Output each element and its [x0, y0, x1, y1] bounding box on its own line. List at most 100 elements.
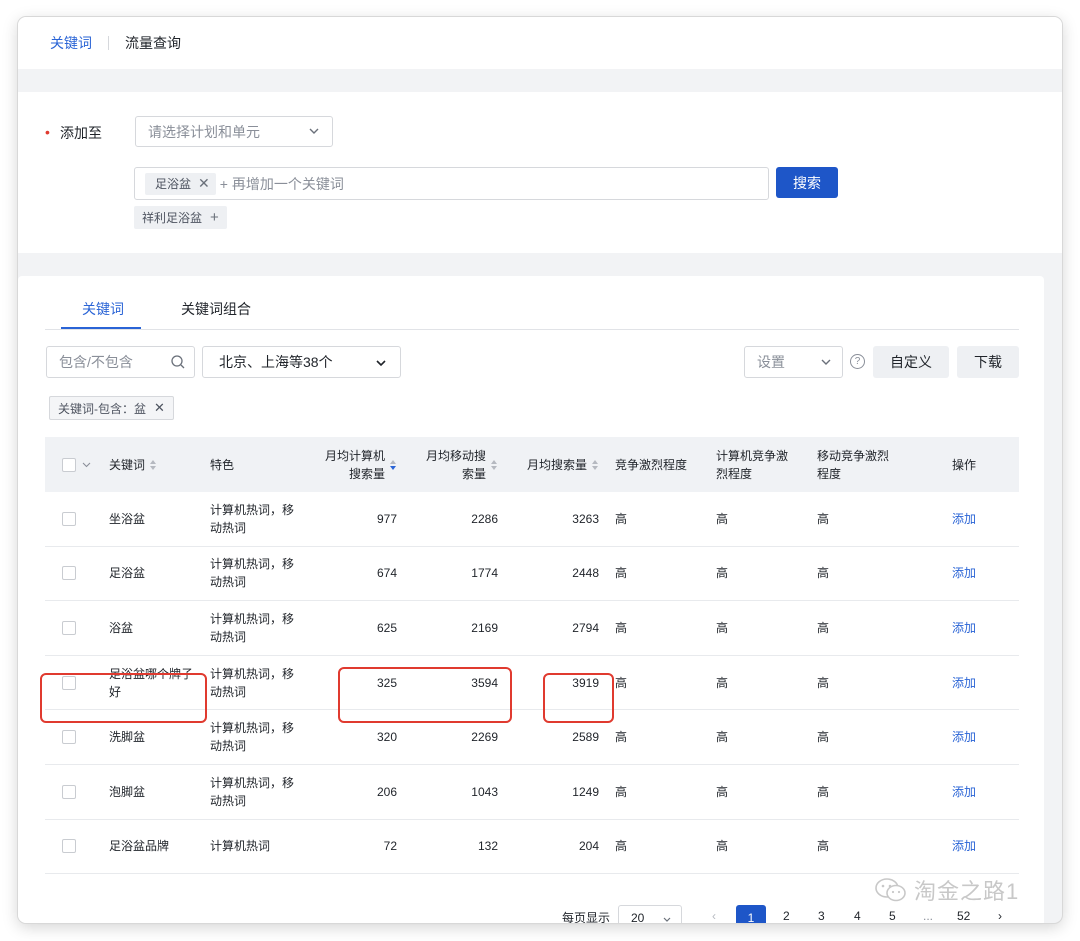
pc-competition-cell: 高 [716, 784, 729, 799]
highlight-pc-mobile [338, 667, 512, 723]
add-keyword-link[interactable]: 添加 [952, 492, 976, 546]
table-row: 足浴盆 计算机热词，移 动热词 674 1774 2448 高 高 高 添加 [45, 547, 1019, 602]
feature-cell: 计算机热词，移 动热词 [210, 502, 295, 535]
page-2-button[interactable]: 2 [783, 909, 790, 923]
pc-competition-cell: 高 [716, 730, 729, 745]
suggested-keyword-tag[interactable]: 祥利足浴盆 + [134, 206, 227, 229]
mobile-competition-cell: 高 [817, 620, 830, 635]
page-52-button[interactable]: 52 [957, 909, 970, 923]
mobile-competition-cell: 高 [817, 839, 830, 854]
header-mobile-search[interactable]: 月均移动搜 索量 [410, 437, 498, 492]
close-icon[interactable]: ✕ [198, 175, 210, 192]
monthly-search-cell: 204 [578, 839, 599, 854]
competition-cell: 高 [615, 675, 628, 690]
highlight-keyword [40, 673, 207, 723]
add-keyword-link[interactable]: 添加 [952, 820, 976, 874]
chevron-down-icon [821, 359, 831, 365]
add-keyword-link[interactable]: 添加 [952, 547, 976, 601]
add-keyword-link[interactable]: 添加 [952, 710, 976, 764]
competition-cell: 高 [615, 620, 628, 635]
search-icon[interactable] [170, 354, 186, 370]
pc-competition-cell: 高 [716, 839, 729, 854]
plus-icon[interactable]: + [210, 209, 219, 226]
suggested-keyword-label: 祥利足浴盆 [142, 211, 203, 225]
sort-icon[interactable] [149, 459, 157, 471]
row-checkbox[interactable] [62, 620, 76, 635]
header-competition: 竞争激烈程度 [615, 457, 688, 472]
tab-keywords[interactable]: 关键词 [82, 299, 124, 319]
monthly-search-cell: 3263 [572, 511, 599, 526]
filter-chip-label: 关键词-包含：盆 [58, 401, 146, 416]
add-keyword-link[interactable]: 添加 [952, 656, 976, 710]
keyword-tag-label: 足浴盆 [155, 177, 192, 191]
tab-keyword-combos[interactable]: 关键词组合 [181, 299, 251, 319]
monthly-search-cell: 2794 [572, 620, 599, 635]
row-checkbox[interactable] [62, 730, 76, 745]
nav-keywords[interactable]: 关键词 [50, 33, 92, 53]
mobile-search-cell: 2169 [471, 620, 498, 635]
keyword-cell: 浴盆 [109, 620, 134, 635]
table-row: 足浴盆品牌 计算机热词 72 132 204 高 高 高 添加 [45, 820, 1019, 875]
header-pc-search[interactable]: 月均计算机 搜索量 [310, 437, 397, 492]
keyword-input[interactable]: 足浴盆 ✕ + 再增加一个关键词 [134, 167, 769, 200]
page-3-button[interactable]: 3 [818, 909, 825, 923]
customize-button[interactable]: 自定义 [873, 346, 949, 378]
keyword-cell: 坐浴盆 [109, 511, 146, 526]
sort-icon[interactable] [591, 459, 599, 471]
pc-search-cell: 206 [376, 784, 397, 799]
table-row: 坐浴盆 计算机热词，移 动热词 977 2286 3263 高 高 高 添加 [45, 492, 1019, 547]
pc-search-cell: 674 [376, 566, 397, 581]
nav-divider [108, 36, 109, 50]
table-header: 关键词 特色 月均计算机 搜索量 月均移动搜 索量 月均搜索量 竞争激烈程度 计… [45, 437, 1019, 492]
nav-traffic-query[interactable]: 流量查询 [125, 33, 181, 53]
per-page-select[interactable]: 20 [618, 905, 682, 923]
chevron-down-icon[interactable] [82, 461, 91, 469]
feature-cell: 计算机热词，移 动热词 [210, 557, 295, 590]
settings-select[interactable]: 设置 [744, 346, 843, 378]
settings-placeholder: 设置 [757, 354, 785, 370]
prev-page-button[interactable]: ‹ [712, 909, 716, 923]
chevron-down-icon [663, 917, 671, 922]
select-all-checkbox[interactable] [62, 457, 76, 472]
help-icon[interactable]: ? [850, 354, 865, 369]
sort-icon[interactable] [490, 459, 498, 471]
per-page-label: 每页显示 [562, 911, 611, 923]
row-checkbox[interactable] [62, 511, 76, 526]
feature-cell: 计算机热词，移 动热词 [210, 721, 295, 754]
competition-cell: 高 [615, 784, 628, 799]
search-button[interactable]: 搜索 [776, 167, 838, 198]
plan-unit-placeholder: 请选择计划和单元 [148, 123, 260, 140]
page-4-button[interactable]: 4 [854, 909, 861, 923]
keyword-cell: 足浴盆 [109, 566, 146, 581]
header-monthly-search[interactable]: 月均搜索量 [510, 437, 599, 492]
highlight-monthly [543, 673, 614, 723]
header-keyword[interactable]: 关键词 [109, 437, 204, 492]
mobile-competition-cell: 高 [817, 675, 830, 690]
add-keyword-link[interactable]: 添加 [952, 601, 976, 655]
mobile-search-cell: 2286 [471, 511, 498, 526]
row-checkbox[interactable] [62, 839, 76, 854]
keyword-entry-panel: • 添加至 请选择计划和单元 足浴盆 ✕ + 再增加一个关键词 搜索 祥利足浴盆… [18, 92, 1062, 253]
mobile-competition-cell: 高 [817, 511, 830, 526]
plan-unit-select[interactable]: 请选择计划和单元 [135, 116, 333, 147]
region-select[interactable]: 北京、上海等38个 [202, 346, 401, 378]
pc-competition-cell: 高 [716, 620, 729, 635]
top-nav: 关键词 流量查询 [18, 17, 1062, 69]
row-checkbox[interactable] [62, 784, 76, 799]
required-marker: • [45, 124, 50, 140]
sort-desc-icon[interactable] [389, 459, 397, 471]
page-ellipsis[interactable]: ... [923, 909, 933, 923]
monthly-search-cell: 1249 [572, 784, 599, 799]
row-checkbox[interactable] [62, 566, 76, 581]
chevron-down-icon [376, 360, 386, 367]
next-page-button[interactable]: › [998, 909, 1002, 923]
page-1-button[interactable]: 1 [736, 905, 766, 923]
monthly-search-cell: 2448 [572, 566, 599, 581]
pc-search-cell: 625 [376, 620, 397, 635]
add-keyword-link[interactable]: 添加 [952, 765, 976, 819]
close-icon[interactable]: ✕ [154, 400, 165, 416]
download-button[interactable]: 下载 [957, 346, 1019, 378]
include-filter-input[interactable]: 包含/不包含 [46, 346, 195, 378]
keyword-input-placeholder: + 再增加一个关键词 [219, 175, 344, 192]
page-5-button[interactable]: 5 [889, 909, 896, 923]
